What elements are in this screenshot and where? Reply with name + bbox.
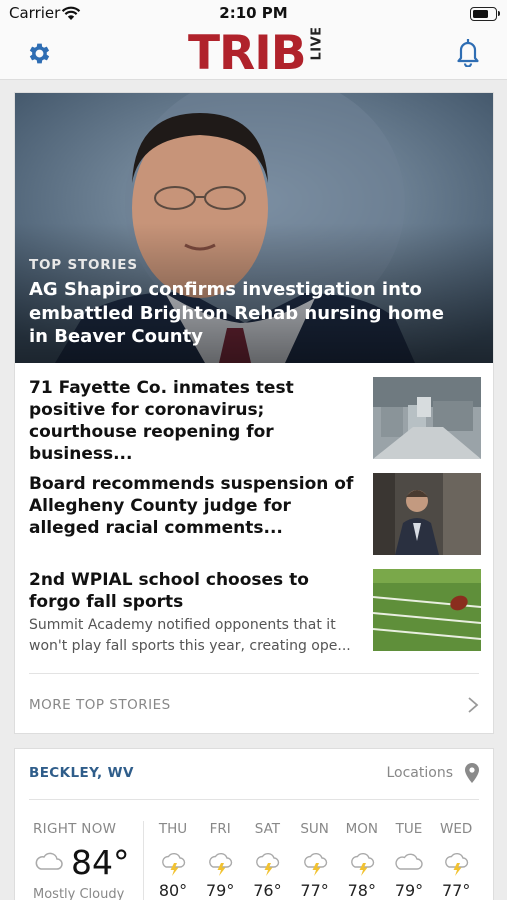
hero-story[interactable]: TOP STORIES AG Shapiro confirms investig… [15, 93, 493, 363]
status-bar: Carrier 2:10 PM [0, 0, 507, 28]
right-now-label: RIGHT NOW [33, 821, 117, 837]
current-condition: Mostly Cloudy [33, 887, 125, 900]
forecast-day: MON 78° [340, 821, 384, 900]
forecast-day-temp: 80° [158, 881, 188, 900]
forecast-day: THU 80° [151, 821, 195, 900]
forecast-day-name: SAT [254, 821, 281, 837]
thunderstorm-icon [209, 852, 233, 876]
bell-icon[interactable] [455, 37, 481, 67]
more-top-stories-link[interactable]: MORE TOP STORIES [29, 673, 479, 735]
forecast-day-name: SUN [300, 821, 329, 837]
forecast-day-name: TUE [395, 821, 423, 837]
story-summary: Summit Academy notified opponents that i… [29, 617, 351, 654]
location-pin-icon[interactable] [465, 763, 479, 783]
weather-location[interactable]: BECKLEY, WV [29, 765, 134, 781]
divider [29, 799, 479, 800]
battery-level [473, 10, 488, 18]
gear-icon[interactable] [26, 40, 53, 67]
forecast-day-temp: 78° [347, 881, 376, 900]
forecast-day-temp: 77° [300, 881, 329, 900]
forecast-day-name: THU [158, 821, 188, 837]
story-thumbnail [373, 569, 481, 651]
chevron-right-icon [468, 697, 479, 713]
forecast-day-name: WED [440, 821, 473, 837]
cloudy-icon [395, 853, 423, 870]
weather-card: BECKLEY, WV Locations RIGHT NOW 84° Most… [14, 748, 494, 900]
battery-icon [470, 7, 500, 21]
hero-kicker: TOP STORIES [29, 257, 138, 273]
cloudy-icon [35, 852, 63, 870]
forecast-day-temp: 77° [442, 881, 471, 900]
thunderstorm-icon [256, 852, 280, 876]
current-temperature: 84° [71, 843, 130, 882]
story-item[interactable]: Board recommends suspension of Allegheny… [15, 473, 493, 563]
logo-sub: LIVE [309, 25, 325, 60]
thunderstorm-icon [350, 852, 374, 876]
forecast-day: SAT 76° [245, 821, 289, 900]
hero-headline[interactable]: AG Shapiro confirms investigation into e… [29, 278, 469, 349]
top-stories-card: TOP STORIES AG Shapiro confirms investig… [14, 92, 494, 734]
locations-button[interactable]: Locations [386, 765, 453, 781]
story-item[interactable]: 71 Fayette Co. inmates test positive for… [15, 377, 493, 467]
forecast-day-name: FRI [209, 821, 231, 837]
forecast-day-temp: 76° [253, 881, 282, 900]
divider [143, 821, 144, 900]
app-header: TRIB LIVE [0, 25, 507, 81]
story-headline[interactable]: 71 Fayette Co. inmates test positive for… [29, 377, 359, 465]
clock: 2:10 PM [219, 4, 288, 22]
forecast-day-name: MON [345, 821, 378, 837]
forecast-day: SUN 77° [293, 821, 337, 900]
story-headline[interactable]: 2nd WPIAL school chooses to forgo fall s… [29, 569, 359, 613]
forecast-day-temp: 79° [394, 881, 424, 900]
story-thumbnail [373, 473, 481, 555]
forecast-day: WED 77° [434, 821, 478, 900]
forecast-day: TUE 79° [387, 821, 431, 900]
forecast-day-temp: 79° [206, 881, 235, 900]
story-item[interactable]: 2nd WPIAL school chooses to forgo fall s… [15, 569, 493, 659]
logo-main: TRIB [188, 25, 307, 81]
story-thumbnail [373, 377, 481, 459]
story-headline[interactable]: Board recommends suspension of Allegheny… [29, 473, 359, 539]
thunderstorm-icon [445, 852, 469, 876]
thunderstorm-icon [303, 852, 327, 876]
more-top-stories-label: MORE TOP STORIES [29, 697, 171, 713]
thunderstorm-icon [162, 852, 186, 876]
trib-live-logo: TRIB LIVE [188, 25, 325, 81]
forecast-day: FRI 79° [198, 821, 242, 900]
